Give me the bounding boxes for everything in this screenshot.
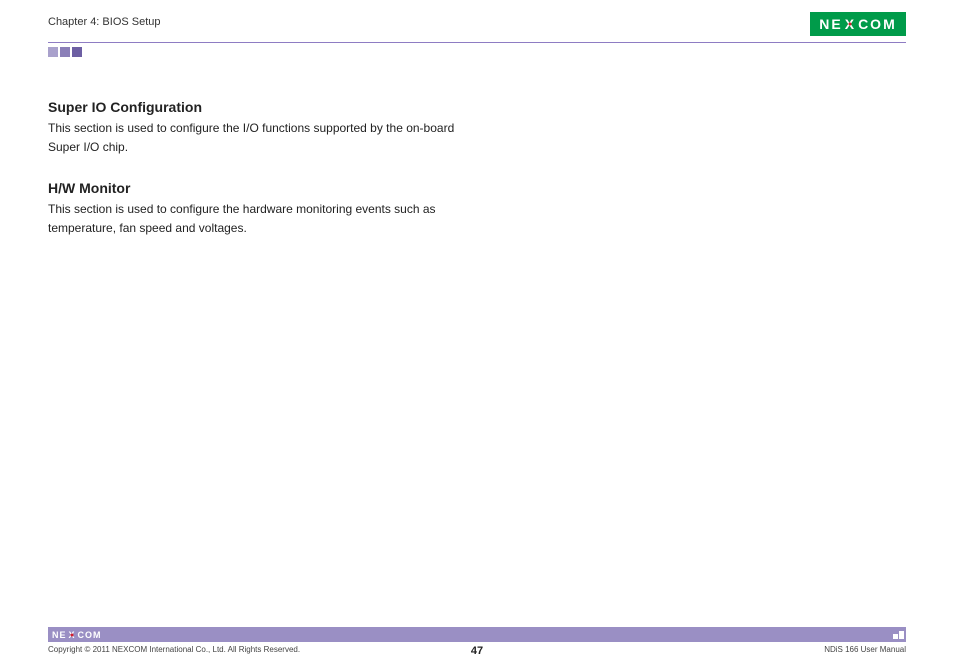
chapter-title: Chapter 4: BIOS Setup	[48, 12, 161, 28]
footer-logo: NEXCOM	[50, 630, 102, 640]
brand-logo: NEXCOM	[810, 12, 906, 36]
section-body: This section is used to configure the I/…	[48, 119, 488, 156]
brand-logo-text: NEXCOM	[819, 16, 896, 32]
section-super-io: Super IO Configuration This section is u…	[48, 99, 488, 156]
decorative-squares	[48, 47, 906, 57]
main-content: Super IO Configuration This section is u…	[48, 99, 488, 237]
footer-corner-icon	[892, 631, 904, 639]
footer-logo-text: NEXCOM	[50, 630, 102, 640]
logo-part-right: COM	[858, 16, 897, 32]
square-icon	[60, 47, 70, 57]
document-name: NDiS 166 User Manual	[824, 645, 906, 654]
square-icon	[48, 47, 58, 57]
page-footer: NEXCOM Copyright © 2011 NEXCOM Internati…	[48, 627, 906, 654]
logo-part-left: NE	[819, 16, 842, 32]
copyright-text: Copyright © 2011 NEXCOM International Co…	[48, 645, 300, 654]
footer-line: Copyright © 2011 NEXCOM International Co…	[48, 645, 906, 654]
section-heading: Super IO Configuration	[48, 99, 488, 115]
logo-x-icon: X	[67, 630, 78, 640]
section-body: This section is used to configure the ha…	[48, 200, 488, 237]
square-icon	[899, 631, 904, 639]
section-hw-monitor: H/W Monitor This section is used to conf…	[48, 180, 488, 237]
section-heading: H/W Monitor	[48, 180, 488, 196]
page-number: 47	[471, 645, 483, 657]
logo-x-icon: X	[843, 16, 858, 32]
footer-bar: NEXCOM	[48, 627, 906, 642]
square-icon	[72, 47, 82, 57]
square-icon	[893, 634, 898, 639]
header-divider	[48, 42, 906, 43]
page-header: Chapter 4: BIOS Setup NEXCOM	[48, 12, 906, 36]
